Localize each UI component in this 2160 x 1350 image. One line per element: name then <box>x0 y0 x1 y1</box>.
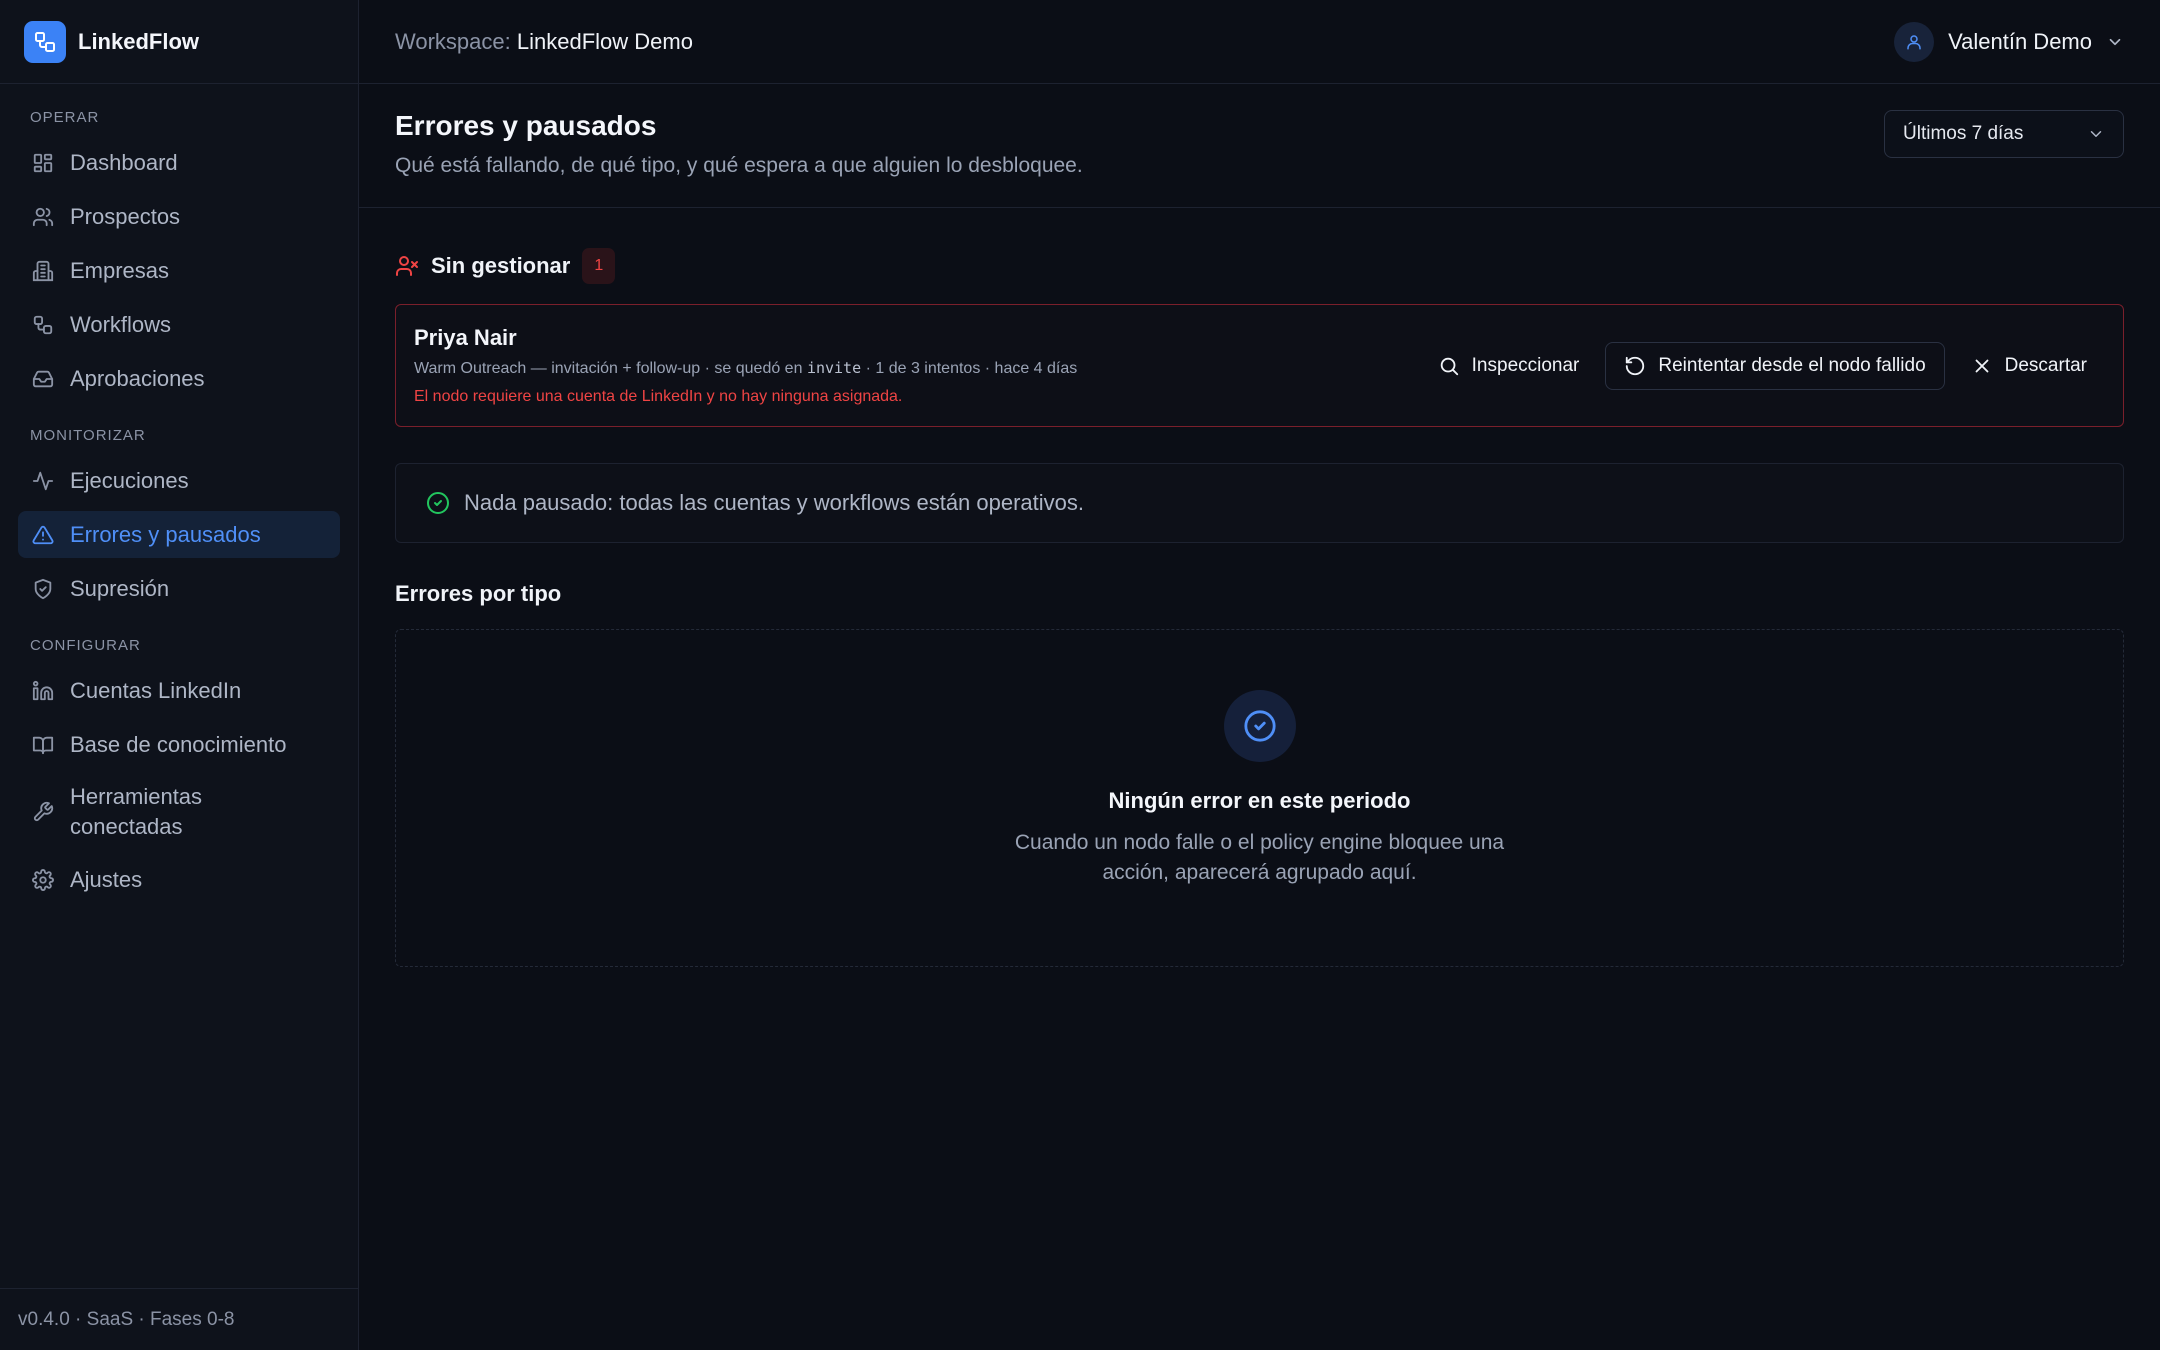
shield-check-icon <box>30 576 56 602</box>
sidebar-item-ajustes[interactable]: Ajustes <box>18 856 340 903</box>
sidebar-item-label: Herramientas conectadas <box>70 782 202 842</box>
sidebar-item-label: Cuentas LinkedIn <box>70 677 242 703</box>
linkedin-icon <box>30 678 56 704</box>
sidebar-item-base-conocimiento[interactable]: Base de conocimiento <box>18 721 340 768</box>
sidebar-item-supresion[interactable]: Supresión <box>18 565 340 612</box>
check-circle-icon <box>1223 690 1296 762</box>
sidebar: LinkedFlow OPERAR Dashboard Prospectos E… <box>0 0 359 1350</box>
section-configurar: CONFIGURAR <box>30 636 141 654</box>
unmanaged-header: Sin gestionar 1 <box>395 248 2124 284</box>
rotate-ccw-icon <box>1624 355 1646 377</box>
dismiss-button-label: Descartar <box>2004 354 2087 376</box>
inbox-icon <box>30 366 56 392</box>
main-content: Workspace: LinkedFlow Demo Valentín Demo… <box>359 0 2160 1350</box>
empty-state-title: Ningún error en este periodo <box>1108 788 1411 813</box>
period-select[interactable]: Últimos 7 días <box>1884 110 2124 158</box>
dashboard-grid-icon <box>30 150 56 176</box>
error-types-title: Errores por tipo <box>395 581 562 606</box>
book-open-icon <box>30 732 56 758</box>
warning-triangle-icon <box>30 522 56 548</box>
sidebar-item-label: Prospectos <box>70 203 181 229</box>
unmanaged-item-card: Priya Nair Warm Outreach — invitación + … <box>395 304 2124 427</box>
sidebar-item-errores[interactable]: Errores y pausados <box>18 511 340 558</box>
error-message: El nodo requiere una cuenta de LinkedIn … <box>414 388 903 405</box>
dismiss-button[interactable]: Descartar <box>1953 342 2105 390</box>
sidebar-item-label-line2: conectadas <box>70 814 183 839</box>
error-types-empty-state: Ningún error en este periodo Cuando un n… <box>395 629 2124 967</box>
meta-node: invite <box>806 359 862 377</box>
empty-state-description: Cuando un nodo falle o el policy engine … <box>1014 831 1505 884</box>
page-header: Errores y pausados Qué está fallando, de… <box>359 84 2160 208</box>
meta-workflow: Warm Outreach — invitación + follow-up ·… <box>414 360 803 377</box>
brand-name: LinkedFlow <box>78 28 199 54</box>
sidebar-item-label: Ejecuciones <box>70 467 189 493</box>
activity-icon <box>30 468 56 494</box>
paused-status-text: Nada pausado: todas las cuentas y workfl… <box>464 490 1085 515</box>
sidebar-item-label: Base de conocimiento <box>70 731 287 757</box>
sidebar-item-dashboard[interactable]: Dashboard <box>18 139 340 186</box>
user-x-icon <box>395 254 419 278</box>
sidebar-item-label: Dashboard <box>70 149 178 175</box>
sidebar-item-label: Aprobaciones <box>70 365 205 391</box>
unmanaged-title: Sin gestionar <box>431 253 571 278</box>
user-name: Valentín Demo <box>1948 28 2092 54</box>
section-monitorizar: MONITORIZAR <box>30 426 146 444</box>
section-operar: OPERAR <box>30 108 100 126</box>
sidebar-item-cuentas-linkedin[interactable]: Cuentas LinkedIn <box>18 667 340 714</box>
gear-icon <box>30 867 56 893</box>
sidebar-item-label: Supresión <box>70 575 170 601</box>
topbar: Workspace: LinkedFlow Demo Valentín Demo <box>359 0 2160 84</box>
close-icon <box>1971 355 1993 377</box>
prospect-name: Priya Nair <box>414 325 517 350</box>
period-select-value: Últimos 7 días <box>1903 123 2024 144</box>
paused-status-banner: Nada pausado: todas las cuentas y workfl… <box>395 463 2124 543</box>
page-title: Errores y pausados <box>395 110 657 141</box>
error-item-actions: Inspeccionar Reintentar desde el nodo fa… <box>1420 341 2105 390</box>
error-item-meta: Warm Outreach — invitación + follow-up ·… <box>414 359 1077 378</box>
workspace-name: LinkedFlow Demo <box>516 28 693 54</box>
app-root: LinkedFlow OPERAR Dashboard Prospectos E… <box>0 0 2160 1350</box>
user-avatar-icon <box>1894 21 1935 62</box>
check-circle-icon <box>426 491 450 515</box>
sidebar-item-ejecuciones[interactable]: Ejecuciones <box>18 457 340 504</box>
sidebar-item-aprobaciones[interactable]: Aprobaciones <box>18 355 340 402</box>
sidebar-item-label-line1: Herramientas <box>70 784 203 809</box>
error-item-info: Priya Nair Warm Outreach — invitación + … <box>414 325 1077 406</box>
sidebar-footer-version: v0.4.0 · SaaS · Fases 0-8 <box>0 1288 358 1350</box>
chevron-down-icon <box>2106 33 2124 51</box>
wrench-icon <box>30 799 56 825</box>
sidebar-nav: OPERAR Dashboard Prospectos Empresas Wor… <box>0 84 358 1350</box>
workspace-indicator: Workspace: LinkedFlow Demo <box>395 29 693 55</box>
unmanaged-count-badge: 1 <box>582 248 616 284</box>
sidebar-item-workflows[interactable]: Workflows <box>18 301 340 348</box>
brand[interactable]: LinkedFlow <box>0 0 358 84</box>
user-menu[interactable]: Valentín Demo <box>1894 21 2124 62</box>
search-icon <box>1438 355 1460 377</box>
users-icon <box>30 204 56 230</box>
page-subtitle: Qué está fallando, de qué tipo, y qué es… <box>395 154 1083 177</box>
inspect-button[interactable]: Inspeccionar <box>1420 342 1598 390</box>
content-area: Sin gestionar 1 Priya Nair Warm Outreach… <box>359 208 2160 967</box>
sidebar-item-herramientas[interactable]: Herramientas conectadas <box>18 775 340 849</box>
workflow-icon <box>30 312 56 338</box>
retry-button-label: Reintentar desde el nodo fallido <box>1658 354 1926 376</box>
workflow-logo-icon <box>24 20 66 63</box>
retry-button[interactable]: Reintentar desde el nodo fallido <box>1605 341 1945 390</box>
building-icon <box>30 258 56 284</box>
sidebar-item-label: Errores y pausados <box>70 521 261 547</box>
sidebar-item-label: Empresas <box>70 257 170 283</box>
sidebar-item-label: Ajustes <box>70 866 143 892</box>
sidebar-item-label: Workflows <box>70 311 172 337</box>
inspect-button-label: Inspeccionar <box>1471 354 1580 376</box>
chevron-down-icon <box>2087 125 2105 143</box>
sidebar-item-empresas[interactable]: Empresas <box>18 247 340 294</box>
workspace-label: Workspace: <box>395 28 511 54</box>
sidebar-item-prospectos[interactable]: Prospectos <box>18 193 340 240</box>
meta-attempts: · 1 de 3 intentos · hace 4 días <box>865 360 1078 377</box>
